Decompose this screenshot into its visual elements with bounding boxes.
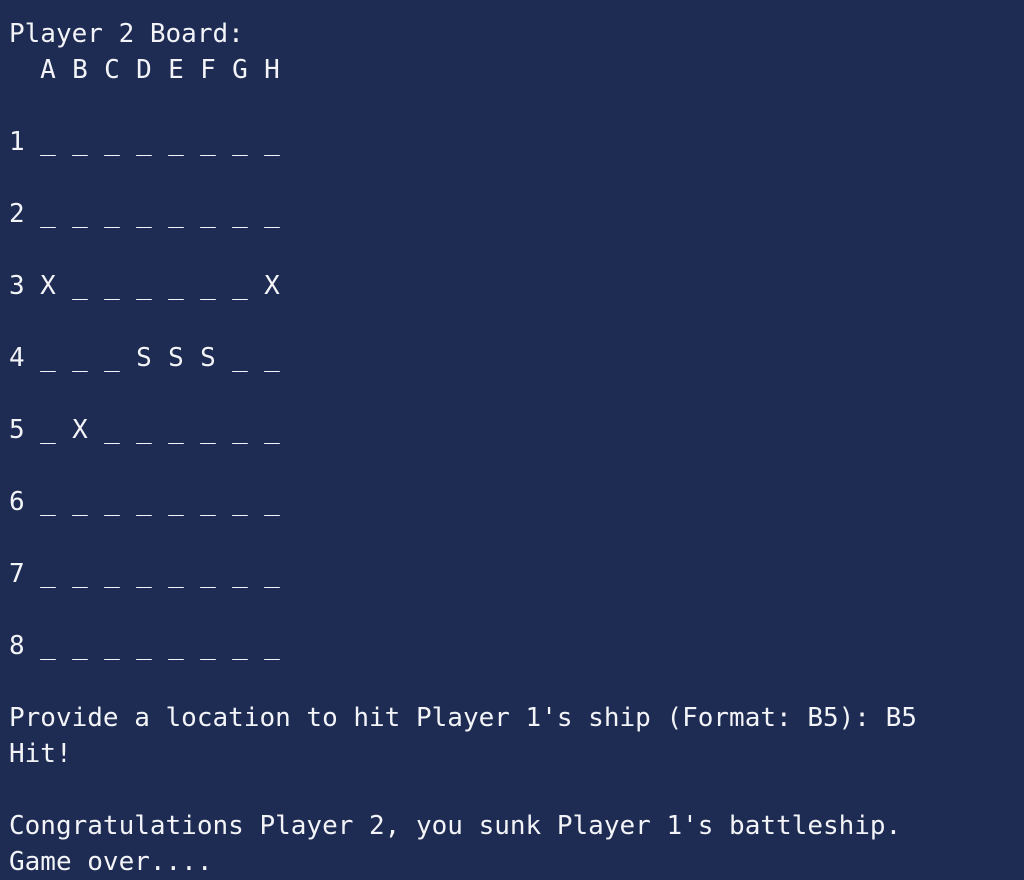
board-cell: _: [232, 631, 248, 661]
terminal-window: Player 2 Board: A B C D E F G H 1 _ _ _ _ _ _ _…: [0, 0, 1024, 880]
column-header: E: [168, 55, 184, 85]
board-cell: _: [72, 343, 88, 373]
board-cell: _: [168, 415, 184, 445]
board-cell: _: [264, 415, 280, 445]
column-header: G: [232, 55, 248, 85]
column-header: H: [264, 55, 280, 85]
board-cell: _: [72, 199, 88, 229]
board-cell: _: [200, 271, 216, 301]
board-cell: _: [264, 199, 280, 229]
board-cell: _: [200, 559, 216, 589]
board-cell: _: [264, 127, 280, 157]
row-label: 7: [9, 559, 25, 589]
board-cell: _: [104, 631, 120, 661]
board-cell: X: [72, 415, 88, 445]
board-row: 7 _ _ _ _ _ _ _ _: [0, 556, 1024, 592]
board-cell: _: [104, 343, 120, 373]
row-label: 6: [9, 487, 25, 517]
board-cell: S: [136, 343, 152, 373]
board-cell: _: [200, 199, 216, 229]
board-row: 5 _ X _ _ _ _ _ _: [0, 412, 1024, 448]
board-cell: _: [168, 631, 184, 661]
board-cell: _: [40, 127, 56, 157]
row-label: 5: [9, 415, 25, 445]
board-cell: _: [40, 631, 56, 661]
board-cell: _: [136, 127, 152, 157]
board-row: 1 _ _ _ _ _ _ _ _: [0, 124, 1024, 160]
board-cell: _: [40, 415, 56, 445]
board-cell: S: [168, 343, 184, 373]
input-prompt: Provide a location to hit Player 1's shi…: [9, 703, 917, 733]
board-cell: _: [104, 271, 120, 301]
board-title: Player 2 Board:: [9, 19, 244, 49]
board-cell: _: [232, 343, 248, 373]
board-cell: _: [168, 127, 184, 157]
board-cell: S: [200, 343, 216, 373]
board-cell: _: [40, 487, 56, 517]
board-row: 8 _ _ _ _ _ _ _ _: [0, 628, 1024, 664]
row-label: 3: [9, 271, 25, 301]
board-cell: _: [168, 271, 184, 301]
board-cell: _: [104, 199, 120, 229]
board-cell: _: [168, 559, 184, 589]
board-cell: _: [232, 487, 248, 517]
board-cell: _: [168, 199, 184, 229]
board-cell: _: [264, 631, 280, 661]
board-cell: _: [232, 199, 248, 229]
game-over-message: Game over....: [9, 847, 213, 877]
row-label: 4: [9, 343, 25, 373]
board-cell: _: [200, 127, 216, 157]
board-cell: _: [264, 487, 280, 517]
board-row: 4 _ _ _ S S S _ _: [0, 340, 1024, 376]
board-cell: _: [200, 415, 216, 445]
board-cell: _: [264, 343, 280, 373]
board-cell: _: [40, 559, 56, 589]
row-label: 8: [9, 631, 25, 661]
column-header-row: A B C D E F G H: [0, 52, 1024, 88]
column-header: F: [200, 55, 216, 85]
board-row: 2 _ _ _ _ _ _ _ _: [0, 196, 1024, 232]
board-cell: _: [104, 559, 120, 589]
row-label: 1: [9, 127, 25, 157]
board-cell: _: [72, 559, 88, 589]
board-cell: _: [104, 415, 120, 445]
board-cell: _: [136, 487, 152, 517]
board-cell: _: [72, 631, 88, 661]
congrats-message: Congratulations Player 2, you sunk Playe…: [9, 811, 902, 841]
board-cell: _: [72, 487, 88, 517]
board-cell: _: [72, 127, 88, 157]
board-row: 3 X _ _ _ _ _ _ X: [0, 268, 1024, 304]
column-header: D: [136, 55, 152, 85]
column-header: C: [104, 55, 120, 85]
row-label: 2: [9, 199, 25, 229]
board-cell: _: [168, 487, 184, 517]
board-cell: _: [40, 343, 56, 373]
board-cell: _: [232, 271, 248, 301]
hit-result: Hit!: [9, 739, 72, 769]
board-cell: _: [264, 559, 280, 589]
column-header: A: [40, 55, 56, 85]
board-cell: _: [200, 487, 216, 517]
board-cell: _: [72, 271, 88, 301]
column-header: B: [72, 55, 88, 85]
board-cell: _: [136, 631, 152, 661]
board-cell: X: [40, 271, 56, 301]
board-cell: _: [104, 127, 120, 157]
board-cell: _: [136, 199, 152, 229]
board-cell: _: [136, 415, 152, 445]
board-row: 6 _ _ _ _ _ _ _ _: [0, 484, 1024, 520]
board-cell: _: [232, 559, 248, 589]
board-cell: _: [136, 559, 152, 589]
board-cell: _: [200, 631, 216, 661]
board-cell: _: [232, 127, 248, 157]
board-cell: _: [136, 271, 152, 301]
board-cell: _: [104, 487, 120, 517]
board-cell: _: [232, 415, 248, 445]
board-cell: _: [40, 199, 56, 229]
board-cell: X: [264, 271, 280, 301]
